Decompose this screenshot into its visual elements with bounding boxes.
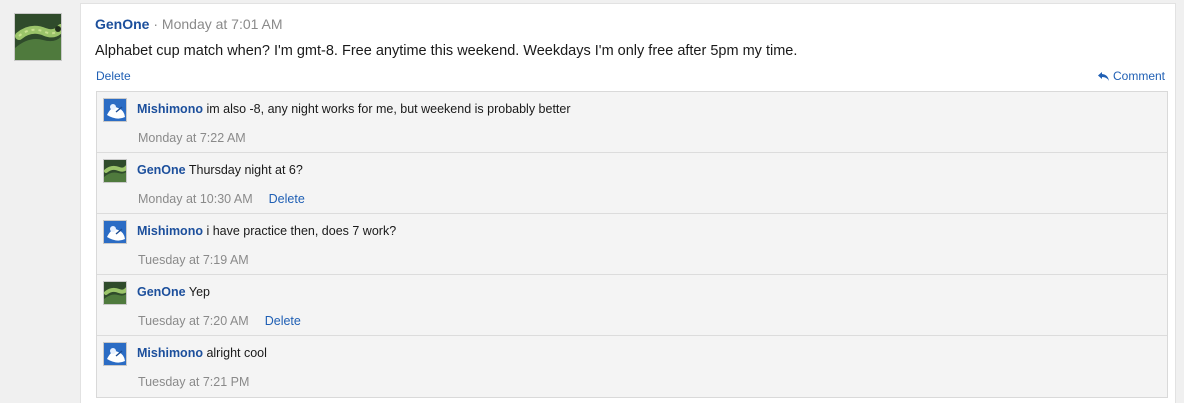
reply-author-link[interactable]: Mishimono	[137, 102, 203, 116]
post-author-link[interactable]: GenOne	[95, 16, 149, 32]
reply-timestamp[interactable]: Monday at 7:22 AM	[138, 130, 246, 146]
reply-line: GenOne Thursday night at 6?	[137, 162, 303, 178]
reply-timestamp[interactable]: Tuesday at 7:20 AM	[138, 313, 249, 329]
reply-item: Mishimono i have practice then, does 7 w…	[97, 214, 1167, 275]
reply-item: GenOne Yep Tuesday at 7:20 AM Delete	[97, 275, 1167, 336]
reply-meta: Tuesday at 7:20 AM Delete	[138, 313, 301, 329]
reply-text: Thursday night at 6?	[188, 163, 303, 177]
reply-delete-link[interactable]: Delete	[269, 191, 305, 207]
post-body: Alphabet cup match when? I'm gmt-8. Free…	[95, 43, 798, 59]
reply-meta: Monday at 7:22 AM	[138, 130, 246, 146]
mishimono-avatar[interactable]	[103, 342, 127, 366]
reply-line: Mishimono im also -8, any night works fo…	[137, 101, 571, 117]
reply-meta: Tuesday at 7:19 AM	[138, 252, 249, 268]
reply-timestamp[interactable]: Tuesday at 7:21 PM	[138, 374, 249, 390]
reply-item: Mishimono alright cool Tuesday at 7:21 P…	[97, 336, 1167, 397]
reply-text: Yep	[188, 285, 210, 299]
reply-timestamp[interactable]: Monday at 10:30 AM	[138, 191, 253, 207]
reply-author-link[interactable]: GenOne	[137, 285, 186, 299]
post-timestamp[interactable]: Monday at 7:01 AM	[162, 16, 283, 32]
reply-meta: Tuesday at 7:21 PM	[138, 374, 249, 390]
reply-author-link[interactable]: Mishimono	[137, 224, 203, 238]
post-author-avatar[interactable]	[14, 13, 62, 61]
reply-line: Mishimono i have practice then, does 7 w…	[137, 223, 396, 239]
reply-arrow-icon	[1097, 71, 1109, 81]
blue-white-avatar-icon	[104, 221, 126, 243]
comment-button[interactable]: Comment	[1097, 69, 1165, 83]
reply-author-link[interactable]: Mishimono	[137, 346, 203, 360]
mishimono-avatar[interactable]	[103, 220, 127, 244]
genone-avatar[interactable]	[103, 281, 127, 305]
genone-avatar[interactable]	[103, 159, 127, 183]
reply-author-link[interactable]: GenOne	[137, 163, 186, 177]
reply-text: im also -8, any night works for me, but …	[206, 102, 571, 116]
post-delete-link[interactable]: Delete	[96, 69, 131, 83]
caterpillar-avatar-icon	[15, 14, 61, 60]
reply-line: GenOne Yep	[137, 284, 210, 300]
reply-text: alright cool	[206, 346, 267, 360]
blue-white-avatar-icon	[104, 99, 126, 121]
reply-delete-link[interactable]: Delete	[265, 313, 301, 329]
caterpillar-avatar-icon	[104, 160, 126, 182]
reply-list: Mishimono im also -8, any night works fo…	[96, 91, 1168, 398]
header-separator: ·	[153, 16, 159, 32]
blue-white-avatar-icon	[104, 343, 126, 365]
reply-item: GenOne Thursday night at 6? Monday at 10…	[97, 153, 1167, 214]
left-gutter	[0, 0, 80, 403]
post-header: GenOne · Monday at 7:01 AM	[95, 15, 283, 33]
reply-meta: Monday at 10:30 AM Delete	[138, 191, 305, 207]
reply-item: Mishimono im also -8, any night works fo…	[97, 92, 1167, 153]
caterpillar-avatar-icon	[104, 282, 126, 304]
mishimono-avatar[interactable]	[103, 98, 127, 122]
reply-text: i have practice then, does 7 work?	[206, 224, 397, 238]
comment-button-label: Comment	[1112, 69, 1165, 83]
reply-line: Mishimono alright cool	[137, 345, 267, 361]
reply-timestamp[interactable]: Tuesday at 7:19 AM	[138, 252, 249, 268]
post-card: GenOne · Monday at 7:01 AM Alphabet cup …	[80, 3, 1176, 403]
